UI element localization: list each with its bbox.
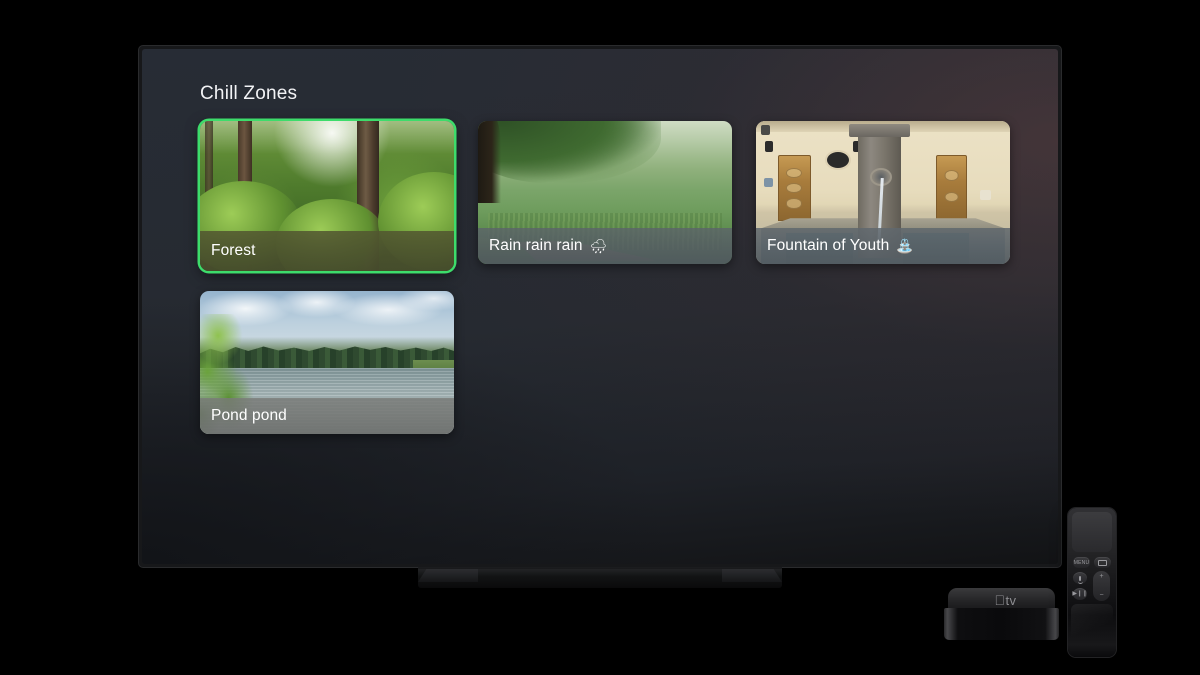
page-title: Chill Zones (200, 83, 298, 104)
microphone-icon (1077, 575, 1083, 584)
wall-plaque (764, 141, 773, 153)
volume-up-icon[interactable]: + (1099, 573, 1103, 580)
card-forest[interactable]: Forest (200, 121, 454, 271)
apple-tv-box: tv (944, 588, 1059, 640)
door-panel (786, 183, 803, 194)
volume-rocker[interactable]: + − (1093, 571, 1110, 601)
tree-canopy (478, 121, 661, 184)
card-title: Fountain of Youth (767, 237, 890, 254)
tv-stand-base (418, 569, 782, 588)
door-panel (786, 167, 803, 178)
scene: Chill Zones Forest Rain rain rain 🌧 Foun… (0, 0, 1200, 675)
card-title: Rain rain rain (489, 237, 583, 254)
play-pause-button[interactable]: ▶❙❙ (1072, 588, 1088, 600)
apple-tv-logo-text: tv (999, 593, 1016, 608)
apple-icon:  (994, 592, 1005, 608)
wall-medallion (824, 149, 851, 170)
card-label: Rain rain rain 🌧 (478, 228, 732, 264)
card-grid: Forest Rain rain rain 🌧 Fountain of Yout… (200, 121, 1010, 434)
card-label: Forest (200, 231, 454, 271)
wall-box (979, 189, 991, 200)
card-rain-rain-rain[interactable]: Rain rain rain 🌧 (478, 121, 732, 264)
menu-button-label: MENU (1073, 559, 1090, 566)
wooden-door (936, 155, 967, 222)
card-fountain-of-youth[interactable]: Fountain of Youth ⛲ (756, 121, 1010, 264)
tvos-app-ui: Chill Zones Forest Rain rain rain 🌧 Foun… (142, 49, 1058, 564)
tree-trunk (478, 121, 501, 203)
menu-button[interactable]: MENU (1073, 557, 1090, 568)
touch-surface[interactable] (1072, 512, 1112, 552)
door-panel (786, 198, 803, 209)
card-pond-pond[interactable]: Pond pond (200, 291, 454, 434)
wooden-door (777, 155, 811, 222)
card-emoji: ⛲ (896, 238, 914, 254)
apple-tv-logo: tv (948, 592, 1063, 609)
card-label: Pond pond (200, 398, 454, 434)
door-panel (944, 192, 959, 203)
door-panel (944, 170, 959, 181)
card-title: Pond pond (211, 407, 287, 424)
apple-tv-body (944, 608, 1059, 640)
tv-button[interactable] (1094, 557, 1111, 568)
card-label: Fountain of Youth ⛲ (756, 228, 1010, 264)
wall-lamp (761, 125, 771, 136)
fountain-cap (848, 123, 910, 137)
volume-down-icon[interactable]: − (1099, 592, 1103, 599)
siri-remote[interactable]: MENU ▶❙❙ + − (1068, 508, 1116, 657)
play-pause-icon: ▶❙❙ (1072, 591, 1088, 597)
television: Chill Zones Forest Rain rain rain 🌧 Foun… (139, 46, 1061, 567)
card-emoji: 🌧 (589, 238, 608, 254)
remote-sheen (1071, 604, 1113, 650)
card-title: Forest (211, 242, 256, 259)
tv-screen-icon (1098, 559, 1107, 566)
siri-button[interactable] (1073, 572, 1087, 584)
tv-screen: Chill Zones Forest Rain rain rain 🌧 Foun… (142, 49, 1058, 564)
wall-plaque (763, 178, 773, 188)
